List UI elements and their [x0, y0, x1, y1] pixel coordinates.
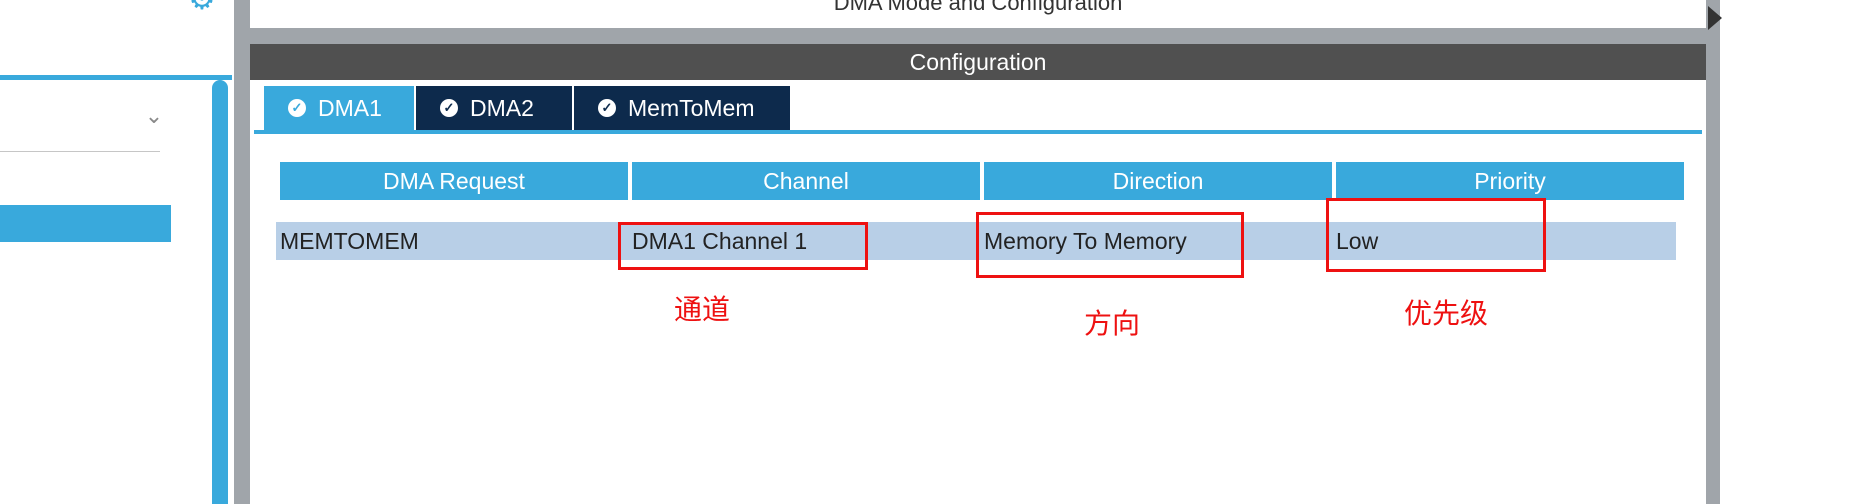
- annotation-box-channel: [618, 222, 868, 270]
- annotation-direction: 方向: [1084, 307, 1141, 340]
- check-circle-icon: ✓: [288, 99, 306, 117]
- tab-label: MemToMem: [628, 95, 755, 121]
- panel-frame-top: [250, 28, 1706, 44]
- check-circle-icon: ✓: [598, 99, 616, 117]
- config-header: Configuration: [250, 44, 1706, 80]
- chevron-down-icon[interactable]: ⌄: [142, 104, 166, 128]
- column-header-priority[interactable]: Priority: [1336, 162, 1684, 200]
- tab-dma1[interactable]: ✓ DMA1: [264, 86, 414, 130]
- annotation-box-direction: [976, 212, 1244, 278]
- sidebar-selected-item[interactable]: [0, 205, 171, 242]
- sidebar-dropdown[interactable]: [0, 90, 160, 152]
- gear-icon[interactable]: ⚙: [186, 0, 218, 15]
- sidebar-divider: [0, 75, 232, 80]
- annotation-channel: 通道: [674, 293, 731, 326]
- panel-frame-left: [234, 0, 250, 504]
- tab-label: DMA1: [318, 95, 382, 121]
- dropdown-underline: [0, 151, 160, 152]
- column-header-dma-request[interactable]: DMA Request: [280, 162, 628, 200]
- annotation-box-priority: [1326, 198, 1546, 272]
- tab-memtomem[interactable]: ✓ MemToMem: [572, 86, 790, 130]
- column-header-channel[interactable]: Channel: [632, 162, 980, 200]
- annotation-priority: 优先级: [1404, 297, 1489, 330]
- caret-right-icon[interactable]: [1708, 6, 1722, 30]
- cell-dma-request: MEMTOMEM: [280, 228, 419, 254]
- mode-title: DMA Mode and Configuration: [833, 0, 1123, 15]
- panel-frame-right[interactable]: [1706, 0, 1720, 504]
- column-header-direction[interactable]: Direction: [984, 162, 1332, 200]
- tab-label: DMA2: [470, 95, 534, 121]
- tab-underline: [254, 130, 1702, 134]
- check-circle-icon: ✓: [440, 99, 458, 117]
- sidebar-scrollbar[interactable]: [212, 80, 228, 504]
- tab-dma2[interactable]: ✓ DMA2: [414, 86, 572, 130]
